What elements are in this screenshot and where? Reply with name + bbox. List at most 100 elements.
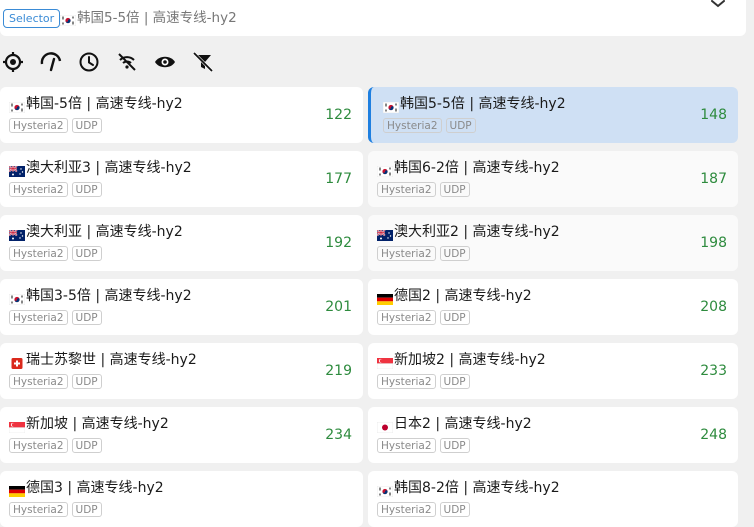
proxy-card[interactable]: 新加坡2 | 高速专线-hy2 Hysteria2 UDP 233 — [368, 343, 738, 399]
eye-icon[interactable] — [153, 48, 177, 76]
latency-value[interactable]: 234 — [325, 425, 352, 445]
group-header[interactable]: Selector 韩国5-5倍 | 高速专线-hy2 — [0, 0, 746, 36]
flag-kr-icon — [8, 291, 26, 305]
proxy-tags: Hysteria2 UDP — [377, 502, 470, 517]
flag-de-icon — [377, 291, 393, 305]
proxy-card[interactable]: 韩国8-2倍 | 高速专线-hy2 Hysteria2 UDP — [368, 471, 738, 527]
protocol-tag: UDP — [71, 182, 102, 197]
proxy-name-label: 韩国8-2倍 | 高速专线-hy2 — [394, 480, 560, 496]
protocol-tag: Hysteria2 — [9, 374, 68, 389]
protocol-tag: UDP — [439, 310, 470, 325]
proxy-card[interactable]: 新加坡 | 高速专线-hy2 Hysteria2 UDP 234 — [0, 407, 363, 463]
filter-off-icon[interactable] — [191, 48, 215, 76]
protocol-tag: Hysteria2 — [377, 438, 436, 453]
proxy-tags: Hysteria2 UDP — [9, 118, 102, 133]
proxy-tags: Hysteria2 UDP — [377, 438, 470, 453]
proxy-card[interactable]: 日本2 | 高速专线-hy2 Hysteria2 UDP 248 — [368, 407, 738, 463]
protocol-tag: Hysteria2 — [377, 310, 436, 325]
flag-au-icon — [8, 163, 25, 177]
protocol-tag: Hysteria2 — [377, 246, 436, 261]
protocol-tag: UDP — [439, 502, 470, 517]
proxy-tags: Hysteria2 UDP — [377, 182, 470, 197]
proxy-name-label: 新加坡2 | 高速专线-hy2 — [394, 352, 546, 368]
proxy-tags: Hysteria2 UDP — [9, 502, 102, 517]
protocol-tag: UDP — [439, 438, 470, 453]
protocol-tag: Hysteria2 — [9, 438, 68, 453]
group-type-badge: Selector — [3, 9, 61, 28]
proxy-name: 韩国3-5倍 | 高速专线-hy2 — [8, 286, 192, 306]
flag-kr-icon — [376, 483, 394, 497]
toolbar — [0, 48, 260, 76]
proxy-card[interactable]: 澳大利亚3 | 高速专线-hy2 Hysteria2 UDP 177 — [0, 151, 363, 207]
flag-icon — [59, 13, 77, 26]
proxy-card[interactable]: 瑞士苏黎世 | 高速专线-hy2 Hysteria2 UDP 219 — [0, 343, 363, 399]
latency-value[interactable]: 208 — [700, 297, 727, 317]
protocol-tag: UDP — [439, 246, 470, 261]
proxy-name: 韩国6-2倍 | 高速专线-hy2 — [376, 158, 560, 178]
flag-sg-icon — [376, 355, 394, 369]
proxy-card[interactable]: 澳大利亚 | 高速专线-hy2 Hysteria2 UDP 192 — [0, 215, 363, 271]
proxy-name: 韩国-5倍 | 高速专线-hy2 — [8, 94, 183, 114]
latency-value[interactable]: 201 — [325, 297, 352, 317]
protocol-tag: Hysteria2 — [377, 182, 436, 197]
proxy-card[interactable]: 澳大利亚2 | 高速专线-hy2 Hysteria2 UDP 198 — [368, 215, 738, 271]
proxy-name: 澳大利亚 | 高速专线-hy2 — [8, 222, 183, 242]
flag-kr-icon — [382, 99, 400, 113]
signal-off-icon[interactable] — [115, 48, 139, 76]
flag-au-icon — [376, 227, 393, 241]
proxy-name: 澳大利亚2 | 高速专线-hy2 — [376, 222, 560, 242]
flag-kr-icon — [376, 163, 394, 177]
chevron-up-icon[interactable] — [708, 0, 728, 12]
protocol-tag: Hysteria2 — [9, 182, 68, 197]
latency-value[interactable]: 177 — [325, 169, 352, 189]
latency-value[interactable]: 248 — [700, 425, 727, 445]
protocol-tag: UDP — [445, 118, 476, 133]
latency-value[interactable]: 187 — [700, 169, 727, 189]
proxy-card[interactable]: 韩国-5倍 | 高速专线-hy2 Hysteria2 UDP 122 — [0, 87, 363, 143]
latency-value[interactable]: 219 — [325, 361, 352, 381]
protocol-tag: UDP — [71, 502, 102, 517]
proxy-name-label: 韩国6-2倍 | 高速专线-hy2 — [394, 160, 560, 176]
protocol-tag: UDP — [439, 182, 470, 197]
protocol-tag: Hysteria2 — [383, 118, 442, 133]
proxy-name: 德国3 | 高速专线-hy2 — [9, 478, 164, 498]
protocol-tag: Hysteria2 — [9, 502, 68, 517]
proxy-name-label: 瑞士苏黎世 | 高速专线-hy2 — [26, 352, 197, 368]
latency-value[interactable]: 192 — [325, 233, 352, 253]
proxy-tags: Hysteria2 UDP — [377, 310, 470, 325]
proxy-name: 韩国5-5倍 | 高速专线-hy2 — [382, 94, 566, 114]
latency-value[interactable]: 122 — [325, 105, 352, 125]
proxy-card[interactable]: 韩国3-5倍 | 高速专线-hy2 Hysteria2 UDP 201 — [0, 279, 363, 335]
locate-icon[interactable] — [1, 48, 25, 76]
proxy-name-label: 韩国5-5倍 | 高速专线-hy2 — [400, 96, 566, 112]
proxy-name-label: 韩国3-5倍 | 高速专线-hy2 — [26, 288, 192, 304]
proxy-tags: Hysteria2 UDP — [9, 182, 102, 197]
proxy-tags: Hysteria2 UDP — [383, 118, 476, 133]
protocol-tag: Hysteria2 — [377, 502, 436, 517]
proxy-card[interactable]: 德国2 | 高速专线-hy2 Hysteria2 UDP 208 — [368, 279, 738, 335]
clock-icon[interactable] — [77, 48, 101, 76]
proxy-name: 澳大利亚3 | 高速专线-hy2 — [8, 158, 192, 178]
protocol-tag: UDP — [71, 246, 102, 261]
proxy-name-label: 德国3 | 高速专线-hy2 — [26, 480, 164, 496]
flag-jp-icon — [376, 419, 394, 433]
latency-value[interactable]: 198 — [700, 233, 727, 253]
proxy-card[interactable]: 韩国6-2倍 | 高速专线-hy2 Hysteria2 UDP 187 — [368, 151, 738, 207]
proxy-name: 日本2 | 高速专线-hy2 — [376, 414, 532, 434]
proxy-name: 新加坡2 | 高速专线-hy2 — [376, 350, 546, 370]
protocol-tag: Hysteria2 — [9, 310, 68, 325]
proxy-card[interactable]: 韩国5-5倍 | 高速专线-hy2 Hysteria2 UDP 148 — [368, 87, 738, 143]
proxy-name-label: 澳大利亚3 | 高速专线-hy2 — [26, 160, 192, 176]
proxy-name-label: 日本2 | 高速专线-hy2 — [394, 416, 532, 432]
flag-au-icon — [8, 227, 25, 241]
speed-test-icon[interactable] — [39, 48, 63, 76]
proxy-card[interactable]: 德国3 | 高速专线-hy2 Hysteria2 UDP — [0, 471, 363, 527]
proxy-name: 德国2 | 高速专线-hy2 — [377, 286, 532, 306]
proxy-tags: Hysteria2 UDP — [9, 310, 102, 325]
proxy-tags: Hysteria2 UDP — [9, 246, 102, 261]
latency-value[interactable]: 148 — [700, 105, 727, 125]
proxy-name-label: 澳大利亚2 | 高速专线-hy2 — [394, 224, 560, 240]
protocol-tag: Hysteria2 — [9, 118, 68, 133]
flag-de-icon — [9, 483, 25, 497]
latency-value[interactable]: 233 — [700, 361, 727, 381]
